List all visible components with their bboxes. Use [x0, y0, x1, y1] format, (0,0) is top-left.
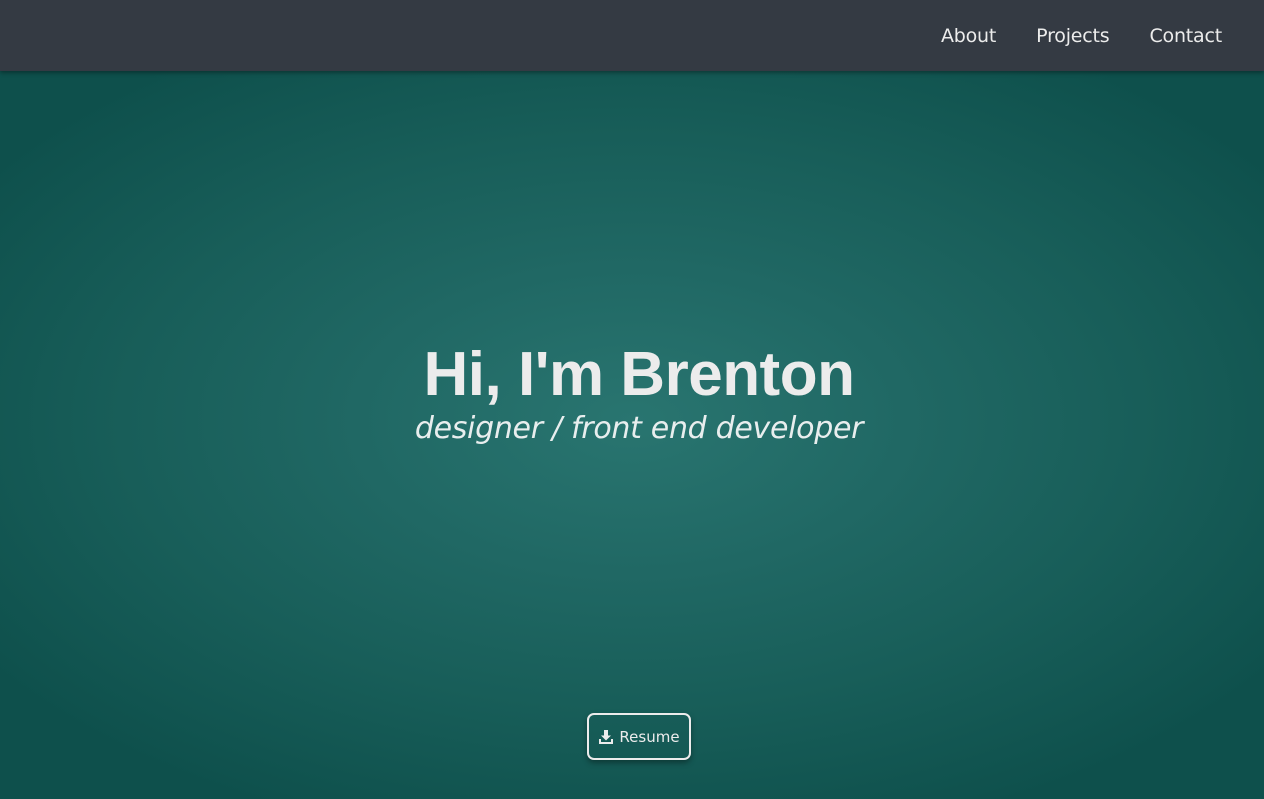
nav-link-about[interactable]: About	[941, 25, 996, 47]
nav-link-contact[interactable]: Contact	[1149, 25, 1222, 47]
resume-download-button[interactable]: Resume	[587, 713, 691, 760]
nav-link-projects[interactable]: Projects	[1036, 25, 1110, 47]
hero-title: Hi, I'm Brenton	[423, 340, 855, 409]
download-icon	[598, 729, 614, 745]
resume-button-label: Resume	[619, 727, 680, 746]
top-navbar: About Projects Contact	[0, 0, 1264, 71]
hero-subtitle: designer / front end developer	[414, 411, 864, 446]
hero-section: Hi, I'm Brenton designer / front end dev…	[0, 71, 1264, 799]
